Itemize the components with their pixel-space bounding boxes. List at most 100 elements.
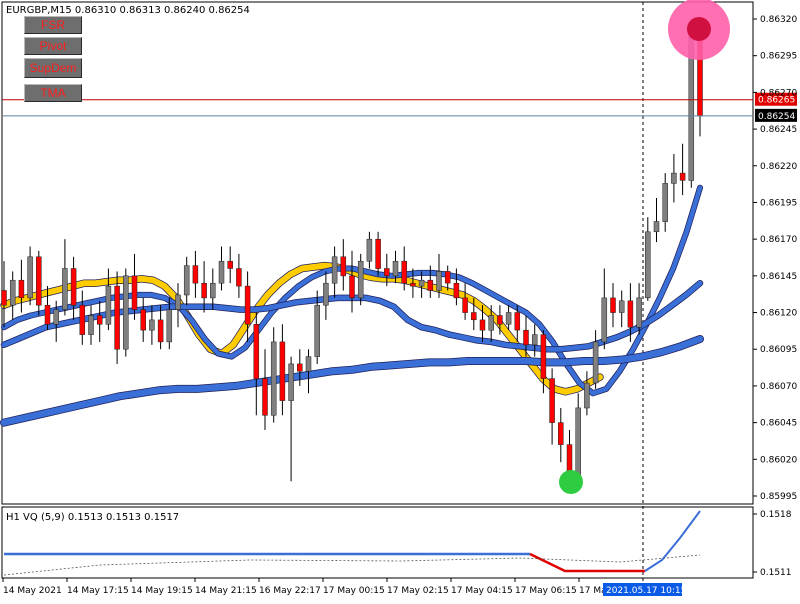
price-tick-label: 0.86295 (760, 52, 797, 62)
time-tick-label: 14 May 17:15 (67, 586, 129, 596)
candle-body (331, 256, 338, 284)
candle-body (114, 285, 120, 350)
candle-body (462, 297, 468, 313)
candle-body (131, 275, 138, 310)
candle-body (601, 297, 608, 343)
candle-body (436, 271, 442, 291)
candle-body (36, 256, 42, 306)
candle-body (575, 407, 581, 478)
candle-body (79, 304, 86, 335)
price-tick-label: 0.86195 (760, 198, 797, 208)
candle-body (70, 268, 77, 306)
candle-body (262, 378, 268, 416)
candle-body (592, 341, 599, 384)
candle-body (297, 363, 303, 372)
candle-body (392, 260, 399, 277)
candle-body (157, 319, 164, 343)
candle-body (427, 279, 434, 291)
candle-body (53, 309, 59, 325)
candle-body (96, 315, 103, 325)
candle-body (645, 231, 651, 299)
fsr-button[interactable]: FSR (24, 16, 82, 34)
tma-button[interactable]: TMA (24, 84, 82, 102)
price-tick-label: 0.86145 (760, 272, 797, 282)
candle-body (62, 268, 68, 310)
supdem-button[interactable]: SupDem (24, 58, 82, 78)
time-tick-label: 17 May 06:15 (515, 586, 577, 596)
candle-body (88, 315, 94, 335)
time-tick-label: 17 May 00:15 (323, 586, 385, 596)
candle-body (305, 356, 312, 372)
candle-body (149, 319, 155, 331)
indicator-label: H1 VQ (5,9) 0.1513 0.1513 0.1517 (6, 512, 179, 523)
candle-body (227, 260, 233, 269)
candle-body (140, 309, 146, 331)
price-tick-label: 0.86070 (760, 382, 797, 392)
candle-body (540, 334, 547, 379)
candle-body (671, 172, 677, 184)
indicator-tick-label: 0.1518 (760, 510, 792, 520)
candle-body (471, 312, 477, 321)
price-tick-label: 0.86045 (760, 419, 797, 429)
indicator-tick-label: 0.1511 (760, 568, 792, 578)
candle-body (636, 297, 642, 328)
price-tick-label: 0.86170 (760, 235, 797, 245)
candle-body (558, 422, 564, 445)
time-tick-label: 17 May 02:15 (387, 586, 449, 596)
candle-body (505, 312, 512, 325)
candle-body (384, 268, 390, 277)
bid-price-label: 0.86254 (758, 112, 795, 122)
price-tick-label: 0.86320 (760, 15, 797, 25)
candle-body (123, 275, 129, 350)
candle-body (288, 363, 294, 401)
buy-signal-marker (559, 470, 583, 494)
candle-body (18, 279, 25, 299)
time-tick-label: 16 May 22:17 (259, 586, 321, 596)
time-tick-label: 17 May 04:15 (451, 586, 513, 596)
price-chart[interactable]: 0.862650.86254 0.15180.1511 0.863200.862… (0, 0, 800, 600)
candle-body (514, 312, 521, 331)
candle-body (218, 260, 225, 284)
pivot-button[interactable]: Pivot (24, 37, 82, 55)
candle-body (375, 238, 381, 269)
candle-body (610, 297, 616, 313)
candle-body (662, 183, 668, 222)
candle-body (349, 275, 355, 299)
candle-body (27, 256, 33, 299)
price-tick-label: 0.86220 (760, 162, 797, 172)
price-tick-label: 0.85995 (760, 492, 797, 502)
candle-body (44, 304, 51, 325)
chart-window[interactable]: 0.86265 0.86254 0.1518 0.1511 0.86320 0.862… (0, 0, 800, 600)
candle-body (183, 265, 190, 296)
candle-body (410, 282, 416, 287)
candle-body (105, 285, 112, 325)
candle-body (244, 285, 251, 325)
candle-body (366, 238, 373, 262)
candle-body (523, 329, 529, 346)
candle-body (653, 221, 660, 233)
candle-body (549, 378, 555, 423)
candle-body (401, 260, 407, 284)
candle-body (627, 300, 634, 328)
price-tick-label: 0.86270 (760, 88, 797, 98)
candle-body (340, 256, 347, 277)
candle-body (314, 304, 320, 357)
candle-body (618, 300, 625, 313)
chart-header: EURGBP,M15 0.86310 0.86313 0.86240 0.862… (6, 5, 250, 16)
candle-body (679, 172, 686, 181)
candle-body (531, 334, 538, 346)
candle-body (584, 382, 590, 409)
candle-body (418, 279, 425, 287)
candle-body (1, 290, 7, 306)
candle-body (236, 268, 242, 287)
price-tick-label: 0.86020 (760, 455, 797, 465)
candle-body (279, 341, 286, 401)
candle-body (357, 260, 364, 299)
candle-body (497, 315, 503, 325)
candle-body (323, 282, 329, 306)
price-tick-label: 0.86245 (760, 125, 797, 135)
time-tick-label: 14 May 2021 (3, 586, 62, 596)
candle-body (201, 282, 207, 299)
price-tick-label: 0.86095 (760, 345, 797, 355)
candle-body (444, 271, 451, 284)
